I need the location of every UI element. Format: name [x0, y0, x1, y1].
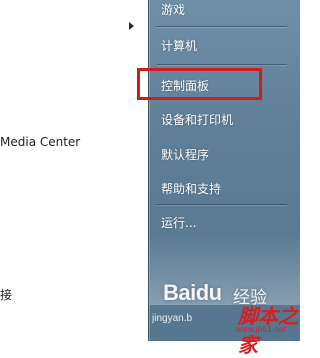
- separator: [157, 64, 287, 65]
- menu-item-partial[interactable]: 接: [0, 286, 12, 303]
- separator: [157, 204, 287, 205]
- menu-item-media-center[interactable]: Media Center: [0, 135, 80, 149]
- menu-item-computer[interactable]: 计算机: [161, 37, 197, 54]
- menu-item-devices-printers[interactable]: 设备和打印机: [161, 111, 233, 128]
- start-menu-left-pane: Media Center 接: [0, 0, 148, 341]
- menu-item-run[interactable]: 运行...: [161, 214, 196, 231]
- menu-item-default-programs[interactable]: 默认程序: [161, 146, 209, 163]
- separator: [157, 26, 287, 27]
- baidu-watermark: Baidu: [163, 280, 222, 305]
- submenu-arrow-icon[interactable]: [129, 22, 134, 30]
- control-panel-highlight-box: [137, 68, 262, 100]
- jingyan-url-watermark: jingyan.b: [152, 313, 193, 324]
- menu-item-help-support[interactable]: 帮助和支持: [161, 180, 221, 197]
- jb51-url-watermark: www.jb51.net: [236, 325, 286, 334]
- menu-item-games[interactable]: 游戏: [161, 1, 185, 18]
